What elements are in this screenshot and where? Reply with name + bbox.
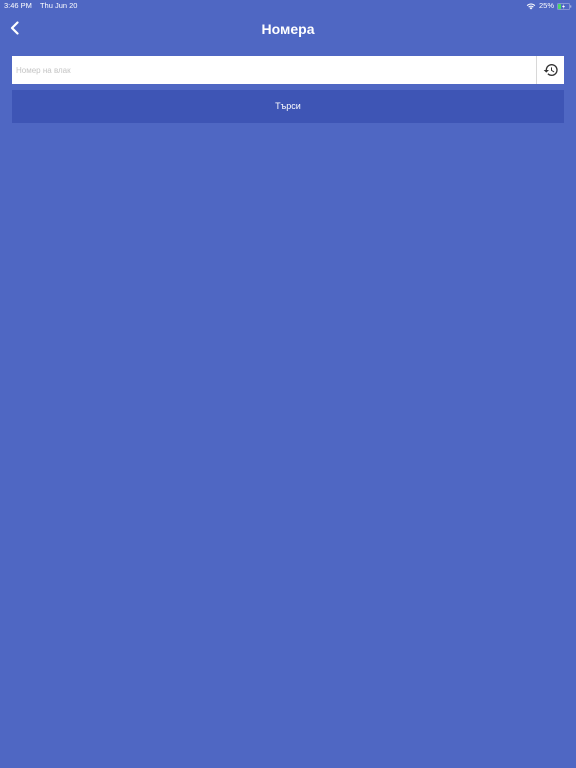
history-icon xyxy=(543,62,559,78)
status-date: Thu Jun 20 xyxy=(39,1,78,10)
battery-percentage: 25% xyxy=(538,1,554,10)
search-row xyxy=(12,56,564,84)
train-number-input[interactable] xyxy=(12,56,536,84)
status-right: 25% xyxy=(526,0,572,12)
search-button[interactable]: Търси xyxy=(12,90,564,123)
status-left: 3:46 PM Thu Jun 20 xyxy=(4,0,77,12)
wifi-icon xyxy=(526,2,536,10)
history-button[interactable] xyxy=(536,56,564,84)
status-bar: 3:46 PM Thu Jun 20 25% xyxy=(0,0,576,12)
status-time: 3:46 PM xyxy=(4,1,32,10)
page-title: Номера xyxy=(261,21,315,37)
battery-charging-icon xyxy=(557,2,572,10)
navigation-bar: Номера xyxy=(0,12,576,46)
